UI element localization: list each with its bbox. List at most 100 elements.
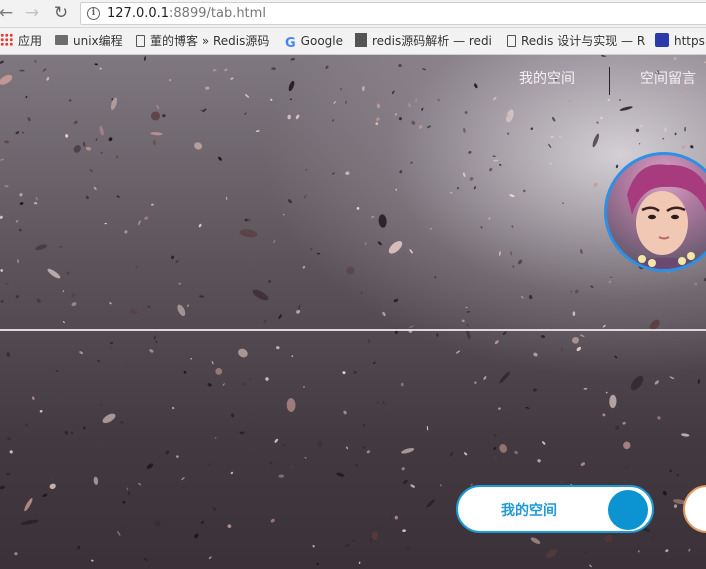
petal bbox=[406, 546, 410, 550]
petal bbox=[422, 68, 426, 71]
url-text[interactable]: 127.0.0.1:8899/tab.html bbox=[107, 6, 266, 21]
petal bbox=[93, 186, 97, 191]
petal bbox=[465, 306, 468, 309]
petal bbox=[681, 145, 685, 149]
petal bbox=[291, 355, 294, 358]
petal bbox=[492, 155, 496, 157]
petal bbox=[176, 455, 179, 458]
bookmarks-bar: 应用 unix编程 董的博客 » Redis源码 G Google redis源码… bbox=[0, 28, 706, 55]
my-space-toggle[interactable]: 我的空间 bbox=[456, 485, 654, 533]
petal bbox=[155, 341, 158, 343]
petal bbox=[608, 280, 612, 284]
nav-my-space[interactable]: 我的空间 bbox=[519, 68, 575, 88]
petal bbox=[469, 177, 474, 181]
nav-space-messages[interactable]: 空间留言 bbox=[640, 68, 696, 88]
petal bbox=[410, 161, 413, 164]
toggle-knob[interactable] bbox=[608, 490, 648, 530]
bookmark-dong-blog[interactable]: 董的博客 » Redis源码 bbox=[136, 33, 269, 49]
bookmark-google[interactable]: G Google bbox=[285, 33, 343, 51]
petal bbox=[194, 533, 199, 539]
apps-icon bbox=[0, 33, 13, 47]
reload-icon[interactable]: ↻ bbox=[51, 3, 71, 23]
petal bbox=[212, 506, 216, 511]
petal bbox=[377, 241, 382, 246]
petal bbox=[95, 138, 98, 141]
petal bbox=[22, 131, 24, 134]
petal bbox=[224, 68, 228, 72]
petal bbox=[274, 438, 279, 443]
petal bbox=[400, 382, 404, 387]
petal bbox=[20, 519, 39, 525]
petal bbox=[93, 476, 99, 485]
bookmark-label: 董的博客 » Redis源码 bbox=[150, 34, 270, 48]
bookmark-redis-source[interactable]: redis源码解析 — redi bbox=[355, 33, 492, 49]
petal bbox=[502, 331, 507, 336]
petal bbox=[622, 421, 626, 425]
bookmark-label: https: bbox=[674, 34, 706, 48]
petal bbox=[378, 214, 387, 228]
petal bbox=[651, 535, 656, 541]
petal bbox=[468, 151, 472, 154]
petal bbox=[124, 363, 127, 366]
back-arrow-icon[interactable]: ← bbox=[0, 3, 16, 23]
petal bbox=[507, 132, 510, 135]
petal bbox=[200, 520, 205, 525]
petal bbox=[410, 484, 415, 488]
petal bbox=[169, 78, 172, 82]
petal bbox=[286, 398, 296, 412]
book-icon bbox=[355, 33, 367, 47]
petal bbox=[35, 197, 38, 201]
petal bbox=[281, 444, 286, 447]
petal bbox=[9, 450, 13, 454]
petal bbox=[352, 539, 356, 542]
petal bbox=[178, 282, 181, 285]
petal bbox=[138, 220, 141, 226]
petal bbox=[605, 391, 608, 394]
petal bbox=[521, 295, 524, 299]
info-icon[interactable]: i bbox=[87, 7, 100, 20]
forward-arrow-icon[interactable]: → bbox=[22, 3, 42, 23]
petal bbox=[630, 375, 644, 391]
petal bbox=[289, 98, 293, 101]
petal bbox=[592, 133, 600, 148]
petal bbox=[510, 251, 513, 256]
petal bbox=[409, 249, 413, 254]
petal bbox=[34, 59, 37, 64]
petal bbox=[269, 461, 273, 465]
petal bbox=[154, 520, 161, 527]
petal bbox=[0, 60, 4, 64]
bookmark-label: unix编程 bbox=[73, 34, 123, 48]
petal bbox=[403, 479, 408, 484]
petal bbox=[664, 127, 667, 132]
petal bbox=[231, 413, 235, 418]
petal bbox=[662, 137, 665, 140]
petal bbox=[398, 117, 402, 121]
petal bbox=[602, 324, 606, 328]
petal bbox=[150, 111, 161, 121]
petal bbox=[540, 335, 546, 339]
petal bbox=[583, 387, 588, 390]
petal bbox=[33, 201, 38, 205]
bookmark-https[interactable]: https: bbox=[655, 33, 706, 49]
bookmark-unix[interactable]: unix编程 bbox=[55, 33, 123, 49]
petal bbox=[304, 194, 307, 199]
petal bbox=[225, 196, 228, 201]
petal bbox=[419, 125, 423, 129]
petal bbox=[147, 305, 151, 308]
bookmark-label: Google bbox=[300, 34, 343, 48]
bookmark-redis-design[interactable]: Redis 设计与实现 — R bbox=[507, 33, 645, 49]
petal bbox=[181, 477, 185, 481]
petal bbox=[362, 423, 366, 427]
petal bbox=[376, 117, 380, 121]
petal bbox=[144, 216, 149, 220]
petal bbox=[331, 119, 335, 122]
petal bbox=[474, 381, 477, 384]
petal bbox=[364, 242, 367, 245]
petal bbox=[41, 400, 46, 405]
petal bbox=[305, 168, 308, 171]
bookmark-apps[interactable]: 应用 bbox=[0, 33, 42, 49]
petal bbox=[676, 473, 679, 477]
petal bbox=[575, 289, 579, 294]
address-bar[interactable]: i 127.0.0.1:8899/tab.html bbox=[80, 2, 706, 25]
petal bbox=[345, 171, 350, 175]
